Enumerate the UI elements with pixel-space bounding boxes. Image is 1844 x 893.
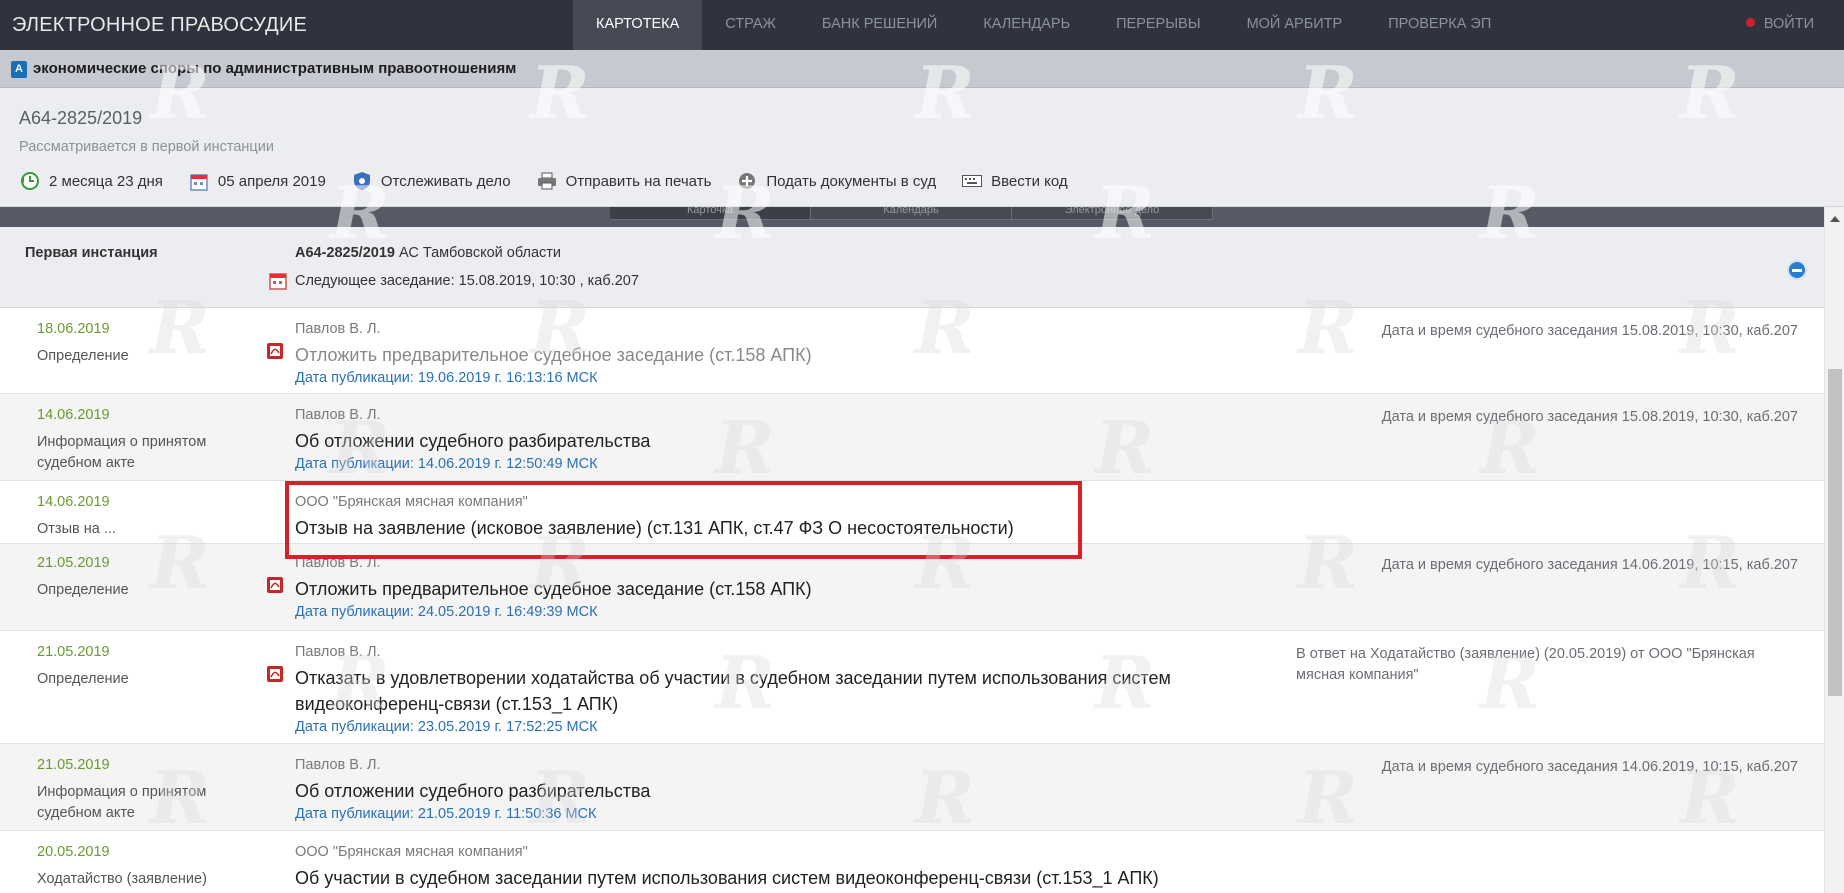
publication-date-link[interactable]: Дата публикации: 23.05.2019 г. 17:52:25 … [295, 719, 598, 735]
document-author: Павлов В. Л. [295, 757, 381, 773]
vertical-scrollbar[interactable] [1824, 207, 1844, 893]
document-date: 14.06.2019 [37, 494, 110, 510]
pdf-icon[interactable] [266, 665, 284, 683]
document-type: Определение [37, 582, 129, 598]
login-link[interactable]: ВОЙТИ [1745, 0, 1814, 50]
documents-list: 18.06.2019 Определение Павлов В. Л. Отло… [0, 308, 1824, 893]
case-start-date: 05 апреля 2019 [188, 171, 326, 191]
case-toolbar: 2 месяца 23 дня 05 апреля 2019 Отслежива… [19, 170, 1093, 192]
minus-icon [1792, 268, 1802, 272]
tab-electronic-case[interactable]: Электронное дело [1012, 207, 1213, 220]
document-author: ООО "Брянская мясная компания" [295, 844, 528, 860]
document-date: 18.06.2019 [37, 321, 110, 337]
publication-date-link[interactable]: Дата публикации: 21.05.2019 г. 11:50:36 … [295, 806, 596, 822]
calendar-icon [188, 171, 210, 191]
document-date: 14.06.2019 [37, 407, 110, 423]
document-author: Павлов В. Л. [295, 321, 381, 337]
clock-back-icon [19, 171, 41, 191]
document-title[interactable]: Отложить предварительное судебное заседа… [295, 342, 1245, 368]
calendar-icon [269, 271, 289, 290]
plus-circle-icon [736, 171, 758, 191]
nav-my-arbitr[interactable]: МОЙ АРБИТР [1224, 0, 1366, 50]
document-type: Определение [37, 671, 129, 687]
next-hearing: Следующее заседание: 15.08.2019, 10:30 ,… [269, 271, 639, 290]
document-title[interactable]: Отказать в удовлетворении ходатайства об… [295, 665, 1235, 717]
document-author: Павлов В. Л. [295, 407, 381, 423]
track-case-button[interactable]: Отслеживать дело [351, 171, 511, 191]
document-date: 20.05.2019 [37, 844, 110, 860]
document-row: 21.05.2019 Информация о принятом судебно… [0, 744, 1824, 831]
site-brand[interactable]: ЭЛЕКТРОННОЕ ПРАВОСУДИЕ [12, 14, 307, 37]
instance-case-number[interactable]: А64-2825/2019 [295, 245, 395, 261]
case-category-bar: А экономические споры по административны… [0, 50, 1844, 88]
keyboard-icon [961, 171, 983, 191]
document-row: 21.05.2019 Определение Павлов В. Л. Отка… [0, 631, 1824, 744]
case-duration: 2 месяца 23 дня [19, 171, 163, 191]
nav-check-signature[interactable]: ПРОВЕРКА ЭП [1365, 0, 1514, 50]
instance-label: Первая инстанция [25, 245, 158, 261]
next-hearing-text: Следующее заседание: 15.08.2019, 10:30 ,… [295, 272, 639, 289]
document-title[interactable]: Об отложении судебного разбирательства [295, 778, 1245, 804]
document-title[interactable]: Отложить предварительное судебное заседа… [295, 576, 1245, 602]
enter-code-button[interactable]: Ввести код [961, 171, 1068, 191]
pdf-icon[interactable] [266, 576, 284, 594]
case-status: Рассматривается в первой инстанции [19, 139, 274, 155]
nav-strazh[interactable]: СТРАЖ [702, 0, 799, 50]
document-row: 18.06.2019 Определение Павлов В. Л. Отло… [0, 308, 1824, 394]
nav-kartoteka[interactable]: КАРТОТЕКА [573, 0, 703, 50]
scrollbar-thumb[interactable] [1828, 369, 1842, 696]
status-dot-icon [1745, 18, 1755, 27]
publication-date-link[interactable]: Дата публикации: 19.06.2019 г. 16:13:16 … [295, 370, 598, 386]
tab-calendar[interactable]: Календарь [811, 207, 1012, 220]
collapse-instance-button[interactable] [1787, 260, 1807, 280]
document-date: 21.05.2019 [37, 644, 110, 660]
instance-case: А64-2825/2019 АС Тамбовской области [295, 245, 561, 261]
document-date: 21.05.2019 [37, 555, 110, 571]
case-number: А64-2825/2019 [19, 108, 143, 128]
scroll-up-arrow-icon[interactable] [1830, 216, 1840, 222]
document-author: Павлов В. Л. [295, 644, 381, 660]
instance-header: Первая инстанция А64-2825/2019 АС Тамбов… [0, 227, 1824, 308]
shield-track-icon [351, 171, 373, 191]
document-date: 21.05.2019 [37, 757, 110, 773]
submit-documents-button[interactable]: Подать документы в суд [736, 171, 936, 191]
document-row: 14.06.2019 Информация о принятом судебно… [0, 394, 1824, 481]
document-note: В ответ на Ходатайство (заявление) (20.0… [1296, 646, 1755, 683]
document-type: Определение [37, 348, 129, 364]
document-type: Ходатайство (заявление) [37, 871, 207, 887]
tab-card[interactable]: Карточка [610, 207, 811, 220]
document-note: Дата и время судебного заседания 14.06.2… [1381, 557, 1798, 573]
nav-bank-decisions[interactable]: БАНК РЕШЕНИЙ [799, 0, 960, 50]
document-note: Дата и время судебного заседания 14.06.2… [1381, 759, 1798, 775]
instance-court: АС Тамбовской области [394, 245, 562, 261]
login-label: ВОЙТИ [1763, 16, 1814, 32]
nav-breaks[interactable]: ПЕРЕРЫВЫ [1093, 0, 1223, 50]
document-type: Отзыв на ... [37, 521, 116, 537]
nav-calendar[interactable]: КАЛЕНДАРЬ [960, 0, 1093, 50]
top-navigation-bar: ЭЛЕКТРОННОЕ ПРАВОСУДИЕ КАРТОТЕКА СТРАЖ Б… [0, 0, 1844, 50]
document-note: Дата и время судебного заседания 15.08.2… [1381, 323, 1798, 339]
case-header: А64-2825/2019 Рассматривается в первой и… [0, 88, 1844, 207]
printer-icon [536, 171, 558, 191]
print-button[interactable]: Отправить на печать [536, 171, 711, 191]
main-nav: КАРТОТЕКА СТРАЖ БАНК РЕШЕНИЙ КАЛЕНДАРЬ П… [573, 0, 1514, 50]
publication-date-link[interactable]: Дата публикации: 14.06.2019 г. 12:50:49 … [295, 456, 598, 472]
highlight-frame [285, 481, 1082, 559]
document-note: Дата и время судебного заседания 15.08.2… [1381, 409, 1798, 425]
category-a-icon: А [11, 61, 27, 78]
document-title[interactable]: Об отложении судебного разбирательства [295, 428, 1245, 454]
case-tabs: Карточка Календарь Электронное дело [610, 207, 1213, 220]
document-row: 20.05.2019 Ходатайство (заявление) ООО "… [0, 831, 1824, 893]
pdf-icon[interactable] [266, 342, 284, 360]
document-type: Информация о принятом судебном акте [37, 784, 207, 821]
publication-date-link[interactable]: Дата публикации: 24.05.2019 г. 16:49:39 … [295, 604, 598, 620]
case-category: экономические споры по административным … [33, 60, 517, 77]
tab-strip: Карточка Календарь Электронное дело [0, 207, 1824, 227]
document-title[interactable]: Об участии в судебном заседании путем ис… [295, 865, 1245, 891]
document-type: Информация о принятом судебном акте [37, 434, 207, 471]
